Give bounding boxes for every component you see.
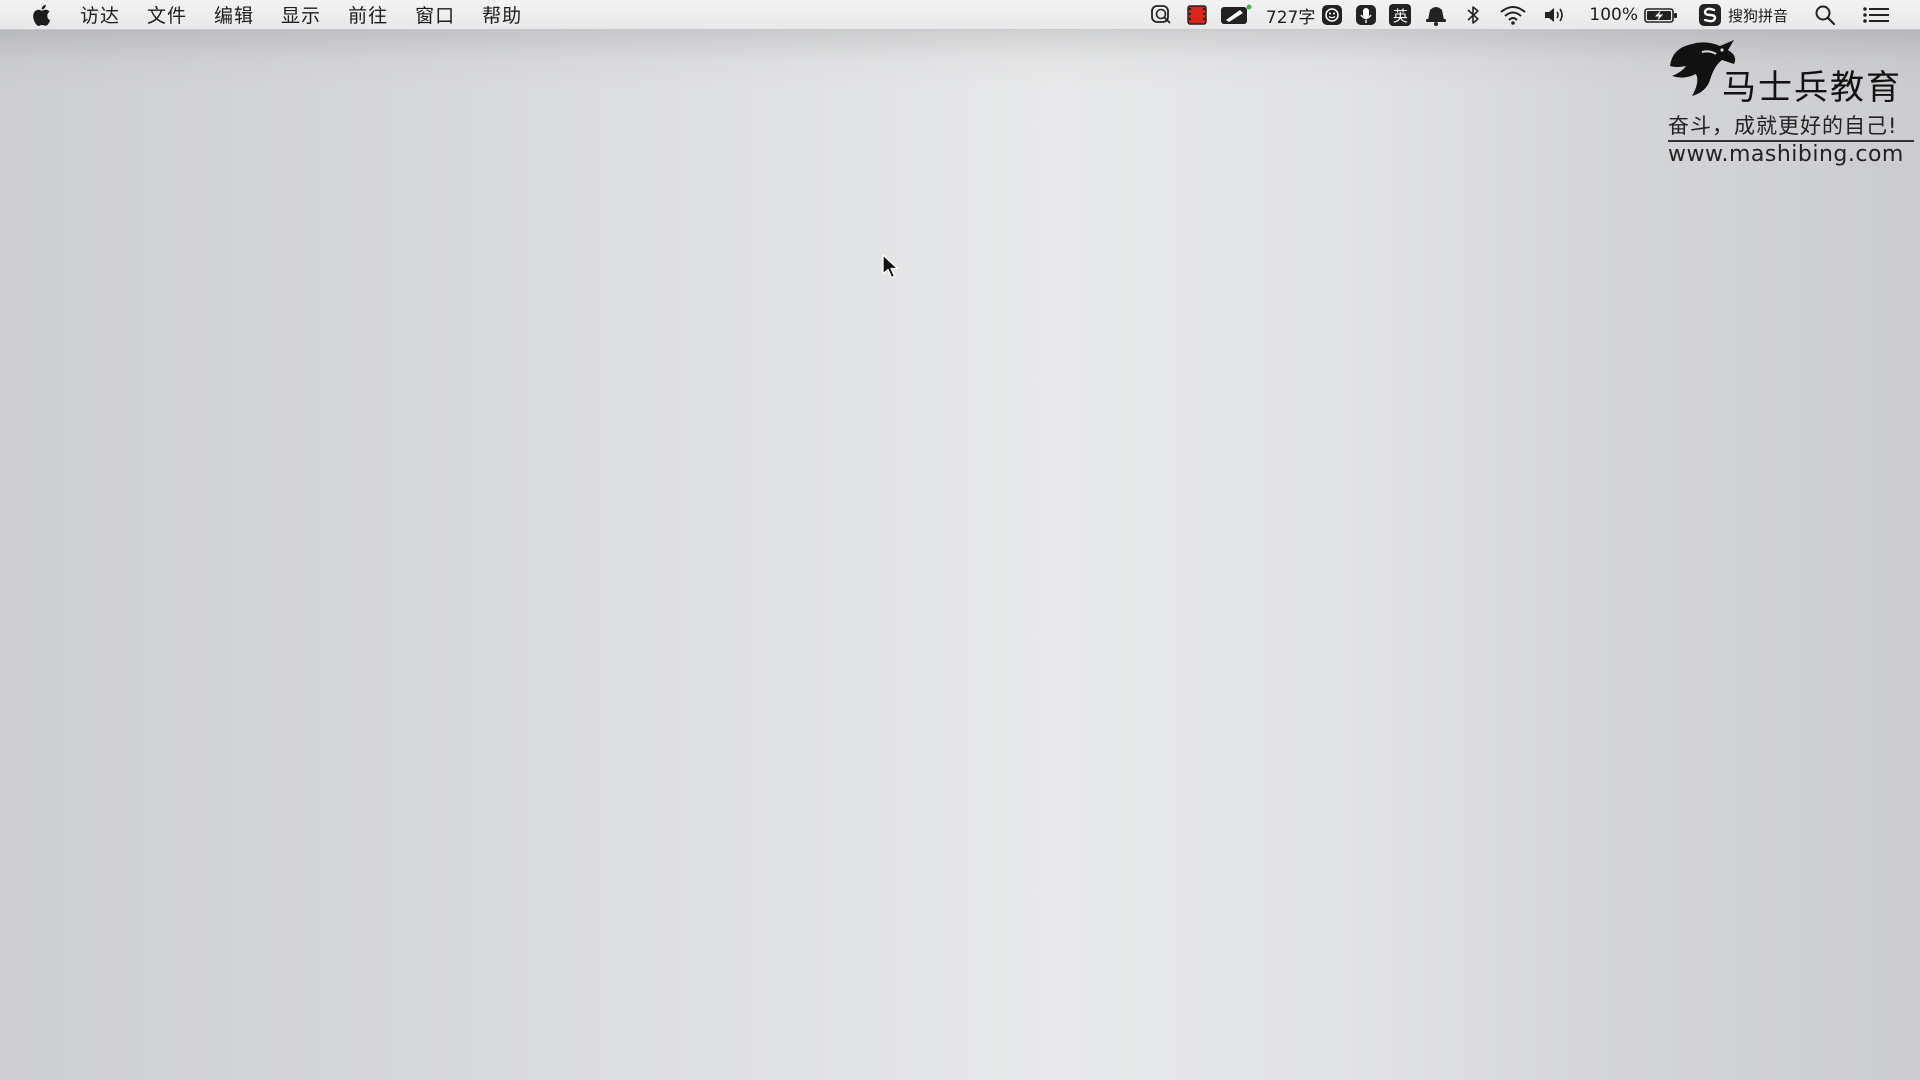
brand-slogan: 奋斗，成就更好的自己! <box>1668 114 1898 138</box>
sogou-ime-icon[interactable] <box>1698 0 1722 30</box>
menu-bar: 访达 文件 编辑 显示 前往 窗口 帮助 727字 英 100% 搜狗拼音 <box>0 0 1920 30</box>
wifi-icon[interactable] <box>1499 0 1527 30</box>
brand-watermark: 马士兵教育 奋斗，成就更好的自己! www.mashibing.com <box>1658 34 1918 174</box>
desktop-background <box>0 30 1920 1080</box>
bluetooth-icon[interactable] <box>1465 0 1481 30</box>
pen-notes-icon[interactable] <box>1220 0 1252 30</box>
smiley-icon[interactable] <box>1321 0 1343 30</box>
menu-bar-left: 访达 文件 编辑 显示 前往 窗口 帮助 <box>0 0 549 30</box>
brand-title: 马士兵教育 <box>1722 68 1902 108</box>
notification-center-icon[interactable] <box>1862 0 1890 30</box>
mouse-pointer-icon <box>882 254 900 280</box>
screen-recording-icon[interactable] <box>1186 0 1208 30</box>
menu-edit[interactable]: 编辑 <box>214 1 254 28</box>
volume-icon[interactable] <box>1543 0 1569 30</box>
word-count-label[interactable]: 727字 <box>1266 3 1315 28</box>
input-mode-label: 英 <box>1389 4 1412 26</box>
apple-logo-icon[interactable] <box>30 4 52 26</box>
battery-percentage[interactable]: 100% <box>1589 5 1638 25</box>
brand-url: www.mashibing.com <box>1668 142 1904 167</box>
spotlight-search-icon[interactable] <box>1814 0 1836 30</box>
menu-go[interactable]: 前往 <box>348 1 388 28</box>
menu-help[interactable]: 帮助 <box>482 1 522 28</box>
input-mode-indicator[interactable]: 英 <box>1389 0 1412 30</box>
screenshot-search-icon[interactable] <box>1150 0 1174 30</box>
menu-finder[interactable]: 访达 <box>80 1 120 28</box>
menu-bar-status-area: 727字 英 100% 搜狗拼音 <box>1138 0 1920 30</box>
menu-file[interactable]: 文件 <box>147 1 187 28</box>
menu-window[interactable]: 窗口 <box>415 1 455 28</box>
menu-view[interactable]: 显示 <box>281 1 321 28</box>
notification-bell-icon[interactable] <box>1423 0 1449 30</box>
ime-name-label[interactable]: 搜狗拼音 <box>1728 5 1788 26</box>
microphone-icon[interactable] <box>1355 0 1377 30</box>
battery-charging-icon[interactable] <box>1644 0 1678 30</box>
